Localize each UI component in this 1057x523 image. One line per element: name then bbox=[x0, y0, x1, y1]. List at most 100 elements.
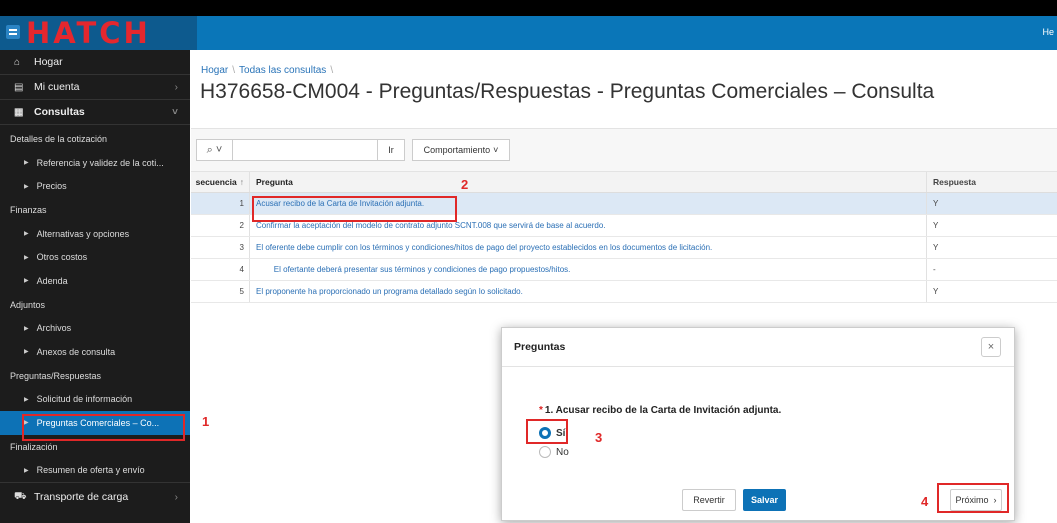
breadcrumb-separator: \ bbox=[330, 65, 334, 76]
menu-toggle-icon[interactable] bbox=[6, 25, 20, 39]
sidebar-item-label: Resumen de oferta y envío bbox=[36, 465, 145, 476]
consultas-icon: ▦ bbox=[14, 106, 24, 118]
sidebar-item-label: Precios bbox=[36, 181, 67, 192]
table-row: 4 El ofertante deberá presentar sus térm… bbox=[191, 259, 1057, 281]
section-label: Detalles de la cotización bbox=[10, 134, 108, 144]
dialog-title: Preguntas bbox=[514, 341, 566, 353]
sidebar-item[interactable]: ▶ Otros costos bbox=[0, 246, 190, 270]
highlight-yes-option bbox=[526, 419, 568, 444]
triangle-right-icon: ▶ bbox=[24, 396, 29, 403]
col-header-question[interactable]: Pregunta bbox=[250, 172, 927, 192]
cell-question-link[interactable]: El ofertante deberá presentar sus términ… bbox=[250, 259, 927, 280]
section-label: Adjuntos bbox=[10, 299, 46, 310]
sidebar-item-label: Referencia y validez de la coti... bbox=[36, 157, 164, 168]
highlight-sidebar-item bbox=[22, 414, 185, 441]
cell-question-link[interactable]: El proponente ha proporcionado un progra… bbox=[250, 281, 927, 302]
save-button[interactable]: Salvar bbox=[743, 489, 786, 511]
sidebar-item[interactable]: ▶ Archivos bbox=[0, 317, 190, 341]
cell-answer: Y bbox=[933, 199, 939, 208]
col-label: secuencia bbox=[195, 177, 237, 187]
sidebar-item[interactable]: ▶ Alternativas y opciones bbox=[0, 222, 190, 246]
sidebar-item-label: Adenda bbox=[36, 275, 68, 286]
radio-unselected-icon[interactable] bbox=[539, 446, 551, 458]
sidebar: ⌂ Hogar ▤ Mi cuenta › ▦ Consultas ˅ Deta… bbox=[0, 50, 190, 523]
dialog-header: Preguntas × bbox=[502, 328, 1014, 367]
user-menu[interactable]: He bbox=[1042, 27, 1054, 37]
annotation-4: 4 bbox=[921, 494, 929, 509]
sidebar-section: Adjuntos bbox=[0, 293, 190, 317]
sidebar-section: Preguntas/Respuestas bbox=[0, 364, 190, 388]
hatch-logo: HATCH bbox=[26, 16, 151, 50]
sidebar-item-label: Alternativas y opciones bbox=[36, 228, 130, 239]
cell-answer: Y bbox=[933, 243, 939, 252]
chevron-down-icon: ˅ bbox=[493, 145, 499, 155]
sidebar-item-transporte[interactable]: ⛟ Transporte de carga › bbox=[0, 483, 190, 511]
sidebar-item-consultas[interactable]: ▦ Consultas ˅ bbox=[0, 100, 190, 124]
annotation-3: 3 bbox=[595, 430, 603, 445]
question-text: 1. Acusar recibo de la Carta de Invitaci… bbox=[544, 405, 782, 416]
col-header-answer[interactable]: Respuesta bbox=[927, 172, 1057, 192]
table-row: 3 El oferente debe cumplir con los términ… bbox=[191, 237, 1057, 259]
question-label: * 1. Acusar recibo de la Carta de Invitac… bbox=[539, 405, 781, 416]
triangle-right-icon: ▶ bbox=[24, 278, 29, 285]
page-title: H376658-CM004 - Preguntas/Respuestas - P… bbox=[200, 80, 935, 103]
sidebar-item-label: Archivos bbox=[36, 323, 72, 334]
report-toolbar: ⌕ ˅ Ir Comportamiento ˅ bbox=[191, 128, 1057, 172]
breadcrumb-home[interactable]: Hogar bbox=[201, 65, 228, 76]
actions-label: Comportamiento bbox=[423, 145, 491, 155]
sidebar-item[interactable]: ▶ Resumen de oferta y envío bbox=[0, 459, 190, 483]
sidebar-item[interactable]: ▶ Precios bbox=[0, 175, 190, 199]
triangle-right-icon: ▶ bbox=[24, 349, 29, 356]
sidebar-label: Consultas bbox=[34, 106, 85, 118]
revert-button[interactable]: Revertir bbox=[682, 489, 736, 511]
col-header-seq[interactable]: secuencia ↑ bbox=[191, 172, 250, 192]
sidebar-label: Mi cuenta bbox=[34, 81, 80, 93]
sidebar-item-mi-cuenta[interactable]: ▤ Mi cuenta › bbox=[0, 75, 190, 99]
sidebar-label: Transporte de carga bbox=[34, 491, 129, 503]
sidebar-label: Hogar bbox=[34, 56, 63, 68]
sidebar-item[interactable]: ▶ Referencia y validez de la coti... bbox=[0, 151, 190, 175]
section-label: Preguntas/Respuestas bbox=[10, 370, 102, 381]
triangle-right-icon: ▶ bbox=[24, 467, 29, 474]
breadcrumb: Hogar \ Todas las consultas \ bbox=[201, 65, 337, 76]
sort-asc-icon: ↑ bbox=[239, 177, 244, 187]
option-label: No bbox=[556, 446, 569, 458]
home-icon: ⌂ bbox=[14, 56, 21, 68]
section-label: Finanzas bbox=[10, 205, 47, 215]
cell-answer: Y bbox=[933, 221, 939, 230]
sidebar-item-hogar[interactable]: ⌂ Hogar bbox=[0, 50, 190, 74]
annotation-2: 2 bbox=[461, 177, 469, 192]
questions-grid: secuencia ↑ Pregunta Respuesta 1 Acusar re… bbox=[191, 172, 1057, 303]
cell-seq: 5 bbox=[191, 281, 250, 302]
grid-header: secuencia ↑ Pregunta Respuesta bbox=[191, 172, 1057, 193]
close-icon[interactable]: × bbox=[981, 337, 1001, 357]
sidebar-item[interactable]: ▶ Adenda bbox=[0, 269, 190, 293]
logo-area: HATCH bbox=[0, 16, 197, 50]
search-input[interactable]: ⌕ ˅ bbox=[196, 139, 399, 161]
go-button[interactable]: Ir bbox=[377, 139, 405, 161]
cell-question-link[interactable]: El oferente debe cumplir con los término… bbox=[250, 237, 927, 258]
breadcrumb-all[interactable]: Todas las consultas bbox=[239, 65, 326, 76]
app-header: HATCH He bbox=[0, 16, 1057, 50]
table-row: 5 El proponente ha proporcionado un progr… bbox=[191, 281, 1057, 303]
account-icon: ▤ bbox=[14, 81, 24, 93]
sidebar-item-label: Otros costos bbox=[36, 252, 88, 263]
sidebar-item-label: Solicitud de información bbox=[36, 394, 133, 405]
triangle-right-icon: ▶ bbox=[24, 183, 29, 190]
truck-icon: ⛟ bbox=[14, 490, 27, 502]
sidebar-item[interactable]: ▶ Solicitud de información bbox=[0, 388, 190, 412]
search-icon[interactable]: ⌕ ˅ bbox=[197, 140, 233, 160]
sidebar-section: Detalles de la cotización bbox=[0, 127, 190, 151]
radio-option-no[interactable]: No bbox=[539, 446, 569, 458]
cell-seq: 1 bbox=[191, 193, 250, 214]
triangle-right-icon: ▶ bbox=[24, 160, 29, 167]
annotation-1: 1 bbox=[202, 414, 210, 429]
triangle-right-icon: ▶ bbox=[24, 231, 29, 238]
cell-seq: 3 bbox=[191, 237, 250, 258]
chevron-right-icon: › bbox=[174, 491, 178, 503]
triangle-right-icon: ▶ bbox=[24, 254, 29, 261]
cell-answer: - bbox=[933, 265, 936, 274]
sidebar-item[interactable]: ▶ Anexos de consulta bbox=[0, 340, 190, 364]
actions-button[interactable]: Comportamiento ˅ bbox=[412, 139, 510, 161]
sidebar-item-label: Anexos de consulta bbox=[36, 346, 116, 357]
